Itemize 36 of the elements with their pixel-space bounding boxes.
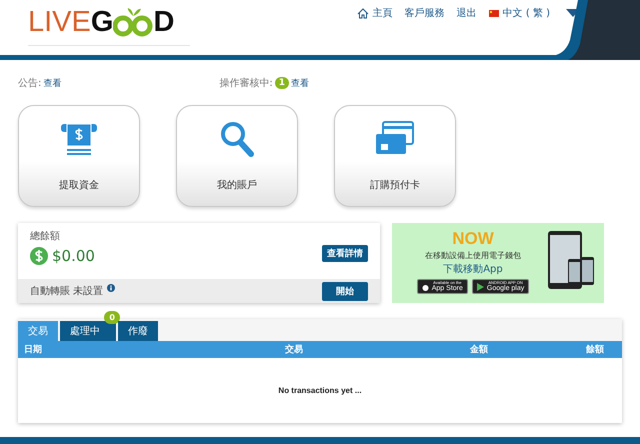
promo-text: 在移動設備上使用電子錢包 (425, 250, 521, 261)
nav-link[interactable]: 退出 (456, 6, 477, 20)
review-label: 操作審核中: (219, 76, 273, 90)
action-tile[interactable]: 提取資金 (18, 105, 140, 207)
home-icon (356, 8, 369, 18)
tab[interactable]: 處理中 (60, 321, 116, 341)
column-header: 金額 (469, 343, 489, 356)
details-button[interactable]: 查看詳情 (322, 245, 368, 262)
flag-icon (488, 10, 499, 16)
view-link[interactable]: 查看 (43, 76, 62, 90)
search-icon (219, 120, 255, 158)
start-button[interactable]: 開始 (322, 282, 368, 300)
dollar-icon (30, 247, 48, 265)
tab[interactable]: 作廢 (118, 321, 158, 341)
action-tile[interactable]: 訂購預付卡 (334, 105, 456, 207)
play-icon (476, 282, 484, 290)
balance-title: 總餘額 (30, 230, 61, 243)
nav-link[interactable]: 客戶服務 (404, 6, 445, 20)
home-link[interactable]: 主頁 (356, 6, 393, 20)
language-selector[interactable]: 中文 ( 繁 ) (488, 6, 550, 20)
download-link[interactable]: 下載移動App (443, 262, 503, 276)
count-badge: 1 (274, 77, 290, 89)
empty-message: No transactions yet ... (278, 386, 362, 395)
notice-label: 公告: (18, 76, 42, 90)
info-icon[interactable] (107, 284, 116, 292)
action-tile[interactable]: 我的賬戶 (176, 105, 298, 207)
column-header: 交易 (284, 343, 304, 356)
column-header: 餘額 (584, 343, 605, 356)
livegood-logo: LIVEG D (28, 6, 190, 46)
view-link[interactable]: 查看 (291, 76, 310, 90)
column-header: 日期 (24, 344, 43, 356)
count-badge: 0 (104, 311, 120, 324)
auto-transfer-label: 自動轉賬 未設置 (30, 284, 104, 298)
now-logo: NOW (452, 229, 494, 249)
balance-amount: $0.00 (52, 247, 95, 265)
credit-cards-icon (375, 120, 415, 156)
